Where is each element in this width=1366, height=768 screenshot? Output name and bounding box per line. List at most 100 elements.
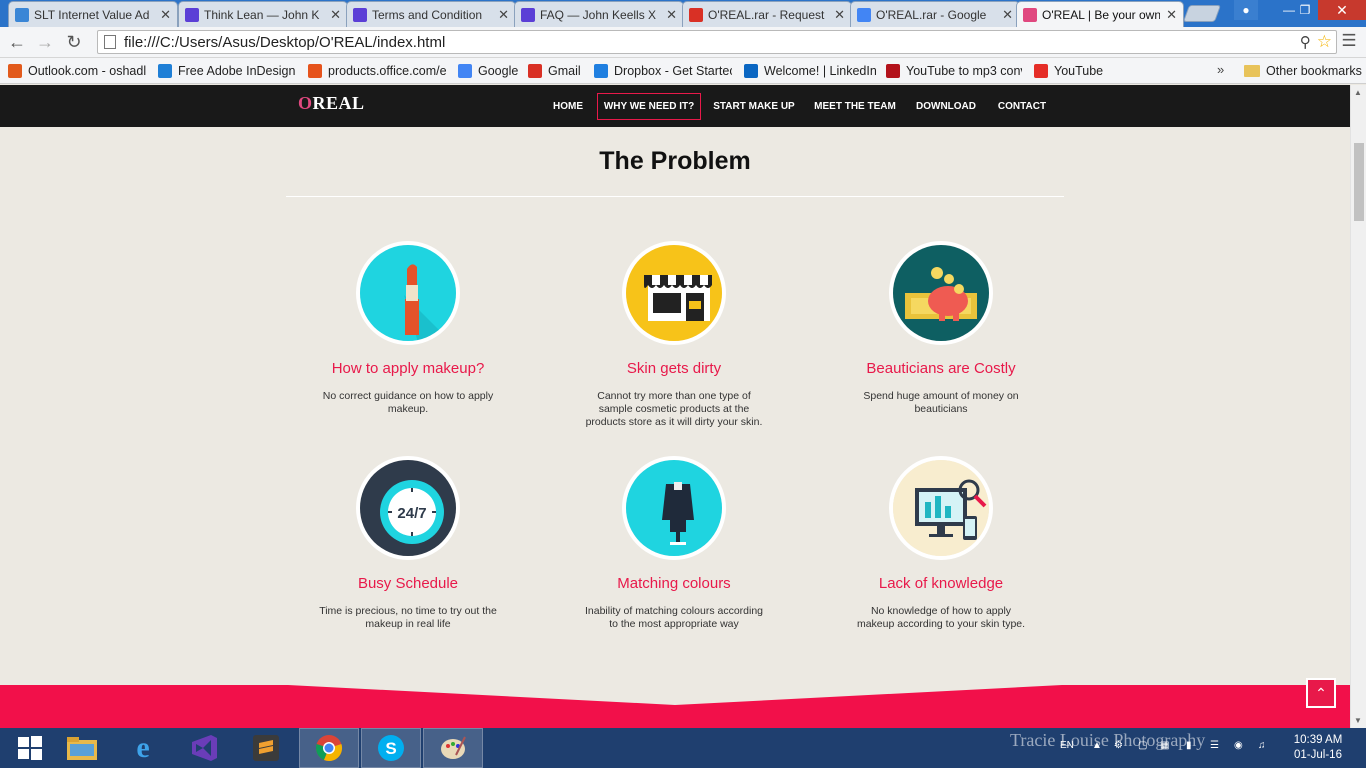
battery-icon[interactable]: ▮ — [1186, 740, 1192, 751]
browser-tab[interactable]: O'REAL.rar - Google ✕ — [850, 1, 1020, 27]
tab-title: O'REAL | Be your own — [1042, 8, 1161, 22]
system-clock[interactable]: 10:39 AM 01-Jul-16 — [1288, 733, 1348, 763]
tab-close-icon[interactable]: ✕ — [1166, 7, 1177, 23]
browser-tab[interactable]: FAQ — John Keells X ✕ — [514, 1, 684, 27]
browser-tab[interactable]: SLT Internet Value Ad ✕ — [8, 1, 178, 27]
tab-close-icon[interactable]: ✕ — [1002, 7, 1013, 23]
nav-item[interactable]: CONTACT — [994, 93, 1050, 120]
x-icon — [353, 7, 367, 22]
oreal-icon — [1023, 8, 1037, 22]
bookmark-item[interactable]: Outlook.com - oshadl — [8, 62, 148, 80]
scroll-down-icon[interactable]: ▼ — [1354, 716, 1362, 725]
bookmark-label: Free Adobe InDesign — [178, 64, 296, 78]
chrome-icon — [315, 735, 343, 762]
address-input[interactable] — [124, 33, 1300, 51]
forward-icon[interactable]: → — [34, 31, 56, 53]
windows-icon — [8, 64, 22, 78]
bookmark-item[interactable]: Google — [458, 62, 520, 80]
bookmark-label: Outlook.com - oshadl — [28, 64, 147, 78]
visual-studio-taskbar[interactable] — [174, 728, 234, 768]
other-bookmarks-label: Other bookmarks — [1266, 64, 1362, 78]
lipstick-icon — [356, 241, 460, 345]
close-window-button[interactable]: ✕ — [1318, 0, 1366, 20]
tab-close-icon[interactable]: ✕ — [498, 7, 509, 23]
action-center-icon[interactable]: ▢ — [1138, 740, 1147, 751]
reload-icon[interactable]: ↻ — [63, 31, 85, 53]
volume-icon[interactable]: ♫ — [1258, 740, 1266, 751]
tab-close-icon[interactable]: ✕ — [834, 7, 845, 23]
browser-tab[interactable]: O'REAL.rar - Request ✕ — [682, 1, 852, 27]
sublime-icon — [253, 735, 279, 761]
scrollbar-thumb[interactable] — [1354, 143, 1364, 221]
windows-tray-icon[interactable]: ▦ — [1160, 740, 1169, 751]
linkedin-icon — [744, 64, 758, 78]
bookmark-item[interactable]: YouTube to mp3 conv — [886, 62, 1022, 80]
tray-app-icon[interactable]: ⚙ — [1114, 740, 1123, 751]
bookmark-item[interactable]: Welcome! | LinkedIn — [744, 62, 876, 80]
store-icon — [622, 241, 726, 345]
paint-taskbar[interactable] — [423, 728, 483, 768]
file-explorer-taskbar[interactable] — [52, 728, 112, 768]
language-indicator[interactable]: EN — [1060, 740, 1074, 751]
bookmark-item[interactable]: YouTube — [1034, 62, 1114, 80]
chrome-taskbar[interactable] — [299, 728, 359, 768]
youtube-icon — [1034, 64, 1048, 78]
tab-close-icon[interactable]: ✕ — [666, 7, 677, 23]
address-bar[interactable]: ⚲ ☆ — [97, 30, 1337, 54]
bookmark-star-icon[interactable]: ☆ — [1317, 32, 1332, 52]
dress-icon — [622, 456, 726, 560]
sublime-text-taskbar[interactable] — [236, 728, 296, 768]
maximize-button[interactable]: ❐ — [1292, 0, 1318, 20]
nav-item[interactable]: START MAKE UP — [710, 93, 798, 120]
bookmark-label: Gmail — [548, 64, 581, 78]
feature-description: Inability of matching colours according … — [585, 605, 764, 630]
bookmark-item[interactable]: Dropbox - Get Startec — [594, 62, 732, 80]
tray-overflow-icon[interactable]: ▲ — [1092, 740, 1102, 751]
browser-tab[interactable]: Think Lean — John K ✕ — [178, 1, 348, 27]
nav-item[interactable]: WHY WE NEED IT? — [597, 93, 701, 120]
network-icon[interactable]: ☰ — [1210, 740, 1219, 751]
internet-explorer-taskbar[interactable]: e — [113, 728, 173, 768]
feature-card: Skin gets dirty Cannot try more than one … — [541, 241, 807, 429]
profile-icon[interactable]: ● — [1234, 0, 1258, 20]
bookmark-label: Dropbox - Get Startec — [614, 64, 732, 78]
bookmark-item[interactable]: products.office.com/e — [308, 62, 450, 80]
site-logo[interactable]: OREAL — [298, 93, 365, 114]
tab-title: Terms and Condition — [372, 7, 483, 22]
x-icon — [185, 7, 199, 22]
scroll-up-icon[interactable]: ▲ — [1354, 88, 1362, 97]
skype-taskbar[interactable]: S — [361, 728, 421, 768]
zoom-icon[interactable]: ⚲ — [1300, 33, 1311, 51]
chrome-menu-icon[interactable]: ☰ — [1340, 31, 1358, 50]
svg-text:S: S — [385, 739, 396, 758]
gmail-icon — [528, 64, 542, 78]
start-button[interactable] — [0, 728, 60, 768]
bookmark-item[interactable]: Free Adobe InDesign — [158, 62, 298, 80]
bookmarks-overflow-button[interactable]: » — [1217, 62, 1224, 77]
bookmark-label: YouTube to mp3 conv — [906, 64, 1022, 78]
feature-title: Lack of knowledge — [878, 575, 1004, 592]
browser-tab[interactable]: O'REAL | Be your own ✕ — [1016, 1, 1184, 28]
tab-close-icon[interactable]: ✕ — [330, 7, 341, 23]
feature-description: No correct guidance on how to apply make… — [322, 390, 494, 415]
pink-footer-band — [0, 685, 1350, 728]
feature-card: How to apply makeup? No correct guidance … — [275, 241, 541, 416]
nav-item[interactable]: MEET THE TEAM — [810, 93, 900, 120]
bookmark-item[interactable]: Gmail — [528, 62, 586, 80]
tab-title: Think Lean — John K — [204, 7, 320, 22]
feature-title: Skin gets dirty — [626, 360, 722, 377]
gdoc-icon — [857, 7, 871, 22]
page-scrollbar[interactable]: ▲ ▼ — [1350, 85, 1366, 728]
back-icon[interactable]: ← — [6, 31, 28, 53]
nav-item[interactable]: DOWNLOAD — [913, 93, 979, 120]
back-to-top-button[interactable]: ⌃ — [1306, 678, 1336, 708]
tray-shield-icon[interactable]: ◉ — [1234, 740, 1243, 751]
feature-description: Time is precious, no time to try out the… — [319, 605, 497, 630]
feature-title: Matching colours — [617, 575, 731, 592]
new-tab-button[interactable] — [1182, 5, 1222, 22]
nav-item[interactable]: HOME — [548, 93, 588, 120]
tab-close-icon[interactable]: ✕ — [160, 7, 171, 23]
other-bookmarks-folder[interactable]: Other bookmarks — [1244, 62, 1362, 80]
browser-tab[interactable]: Terms and Condition ✕ — [346, 1, 516, 27]
site-navbar: OREAL HOME WHY WE NEED IT? START MAKE UP ME… — [0, 85, 1350, 127]
